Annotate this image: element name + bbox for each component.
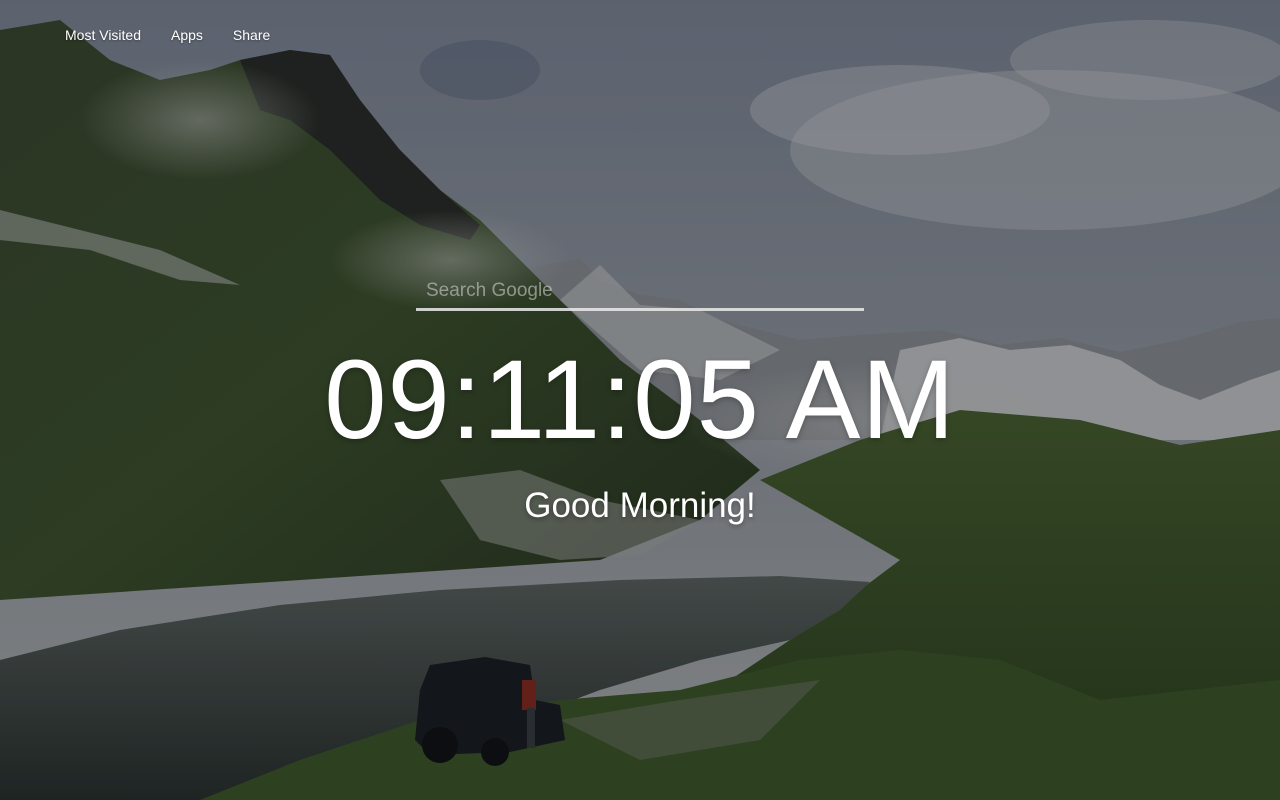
share-link[interactable]: Share — [233, 26, 270, 44]
clock-display: 09:11:05 AM — [324, 337, 956, 462]
search-box — [416, 274, 864, 314]
apps-link[interactable]: Apps — [171, 26, 203, 44]
most-visited-link[interactable]: Most Visited — [65, 26, 141, 44]
top-navigation: Most Visited Apps Share — [65, 26, 270, 44]
search-input[interactable] — [416, 274, 864, 311]
greeting-text: Good Morning! — [524, 486, 756, 525]
